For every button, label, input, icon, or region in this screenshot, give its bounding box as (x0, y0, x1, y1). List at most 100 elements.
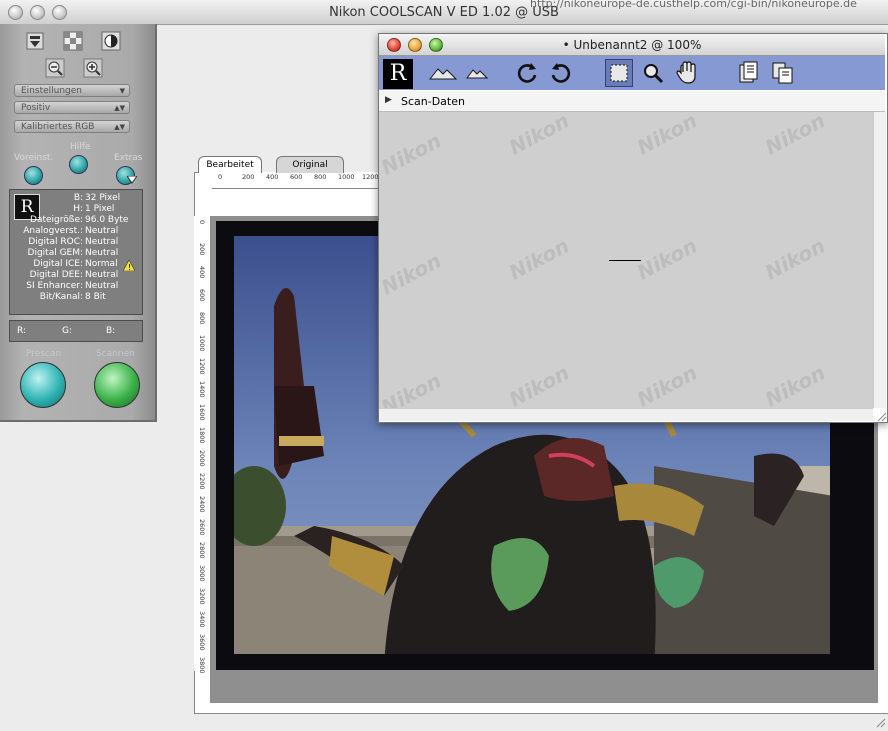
nikon-watermark: Nikon (505, 112, 574, 160)
ruler-top-tick: 600 (290, 173, 303, 181)
ruler-left-tick: 1400 (198, 381, 206, 398)
color-space-dropdown[interactable]: Kalibriertes RGB ▲▼ (14, 120, 130, 133)
prescan-button[interactable] (20, 362, 66, 408)
tab-bearbeitet[interactable]: Bearbeitet (198, 156, 262, 173)
ruler-left-tick: 3800 (198, 657, 206, 674)
contrast-icon[interactable] (100, 30, 122, 52)
rgb-r-label: R: (17, 326, 27, 336)
main-resize-grip-icon[interactable] (874, 716, 886, 728)
main-titlebar: Nikon COOLSCAN V ED 1.02 @ USB http://ni… (0, 0, 888, 25)
presets-button[interactable] (24, 166, 43, 185)
horizontal-scrollbar[interactable] (379, 408, 873, 421)
image-r-icon[interactable]: R (383, 59, 413, 89)
nikon-watermark: Nikon (379, 128, 446, 180)
info-row: Digital ROC: Neutral (10, 237, 142, 248)
ruler-top-tick: 0 (218, 173, 223, 181)
info-key: Digital DEE (29, 270, 80, 280)
documents-icon[interactable] (769, 59, 797, 87)
ruler-left-tick: 0 (198, 220, 206, 225)
zoom-in-icon[interactable] (82, 57, 104, 79)
scan-data-label: Scan-Daten (401, 95, 465, 108)
nikon-watermark: Nikon (505, 233, 574, 285)
scan-toolbar: R (379, 56, 885, 90)
ruler-top: 0 200 400 600 800 1000 1200 (212, 172, 382, 189)
settings-dropdown[interactable]: Einstellungen ▼ (14, 84, 130, 97)
resize-grip-icon[interactable] (875, 410, 887, 422)
checkerboard-icon[interactable] (62, 30, 84, 52)
help-button[interactable] (69, 155, 88, 174)
ruler-top-tick: 200 (242, 173, 255, 181)
warning-icon: ! (123, 260, 135, 271)
info-separator: : (80, 248, 84, 258)
eject-icon[interactable] (24, 30, 46, 52)
hand-tool-icon[interactable] (673, 59, 701, 87)
info-separator: : (80, 259, 84, 269)
info-key: Bit/Kanal (39, 292, 80, 302)
ruler-left-tick: 2000 (198, 450, 206, 467)
info-value: Neutral (85, 281, 119, 291)
tab-original[interactable]: Original (276, 156, 344, 173)
info-value: 1 Pixel (85, 204, 115, 214)
info-separator: : (80, 215, 84, 225)
ruler-top-tick: 800 (314, 173, 327, 181)
film-type-dropdown[interactable]: Positiv ▲▼ (14, 101, 130, 114)
vertical-scrollbar[interactable] (873, 112, 886, 408)
ruler-left-tick: 800 (198, 312, 206, 325)
rotate-left-icon[interactable] (513, 59, 541, 87)
info-value: Neutral (85, 270, 119, 280)
ruler-left-tick: 400 (198, 266, 206, 279)
info-key: Analogverst. (23, 226, 80, 236)
info-row: Digital DEE: Neutral (10, 270, 142, 281)
prescan-label: Prescan (26, 349, 62, 359)
nikon-watermark: Nikon (379, 248, 446, 300)
info-row: Bit/Kanal:8 Bit (10, 292, 142, 303)
info-key: SI Enhancer (26, 281, 80, 291)
ruler-left-tick: 2600 (198, 519, 206, 536)
ruler-top-tick: 1000 (338, 173, 355, 181)
ruler-left: 0 200 400 600 800 1000 1200 1400 1600 1800 2000 220… (194, 216, 211, 674)
rotate-right-icon[interactable] (547, 59, 575, 87)
document-icon[interactable] (735, 59, 763, 87)
extras-menu-arrow-icon (127, 176, 137, 184)
info-row: B:32 Pixel (10, 193, 142, 204)
hilfe-label: Hilfe (70, 142, 91, 152)
info-key: Digital ICE (33, 259, 80, 269)
info-value: Normal (85, 259, 118, 269)
zoom-out-icon[interactable] (44, 57, 66, 79)
nikon-watermark: Nikon (633, 360, 702, 408)
rgb-b-label: B: (106, 326, 116, 336)
ruler-left-tick: 3200 (198, 588, 206, 605)
ruler-left-tick: 2800 (198, 542, 206, 559)
scan-data-disclosure[interactable]: ▶ Scan-Daten (379, 91, 885, 112)
scan-window: • Unbenannt2 @ 100% R ▶ Scan-Daten Nikon… (378, 33, 888, 423)
info-separator: : (80, 237, 84, 247)
info-value: 96.0 Byte (85, 215, 129, 225)
info-row: Analogverst.: Neutral (10, 226, 142, 237)
ruler-left-tick: 1600 (198, 404, 206, 421)
disclosure-triangle-icon[interactable]: ▶ (385, 95, 392, 105)
svg-text:!: ! (128, 263, 131, 271)
mountain-large-icon[interactable] (429, 59, 457, 87)
info-separator: : (80, 204, 84, 214)
ruler-left-tick: 3000 (198, 565, 206, 582)
ruler-left-tick: 200 (198, 243, 206, 256)
info-separator: : (80, 281, 84, 291)
magnifier-icon[interactable] (639, 59, 667, 87)
info-separator: : (80, 226, 84, 236)
info-value: Neutral (85, 237, 119, 247)
ruler-left-tick: 3600 (198, 634, 206, 651)
ruler-left-tick: 3400 (198, 611, 206, 628)
nikon-watermark: Nikon (761, 233, 830, 285)
info-row: SI Enhancer: Neutral (10, 281, 142, 292)
scan-canvas[interactable]: Nikon Nikon Nikon Nikon Nikon Nikon Niko… (379, 112, 873, 408)
info-value: 8 Bit (85, 292, 106, 302)
crop-tool-icon[interactable] (605, 59, 633, 87)
rgb-g-label: G: (62, 326, 73, 336)
mountain-small-icon[interactable] (463, 59, 491, 87)
scanned-line-image (609, 260, 641, 261)
ruler-top-tick: 1200 (362, 173, 379, 181)
nikon-watermark: Nikon (633, 112, 702, 160)
scan-button[interactable] (94, 362, 140, 408)
info-separator: : (80, 193, 84, 203)
nikon-watermark: Nikon (505, 360, 574, 408)
